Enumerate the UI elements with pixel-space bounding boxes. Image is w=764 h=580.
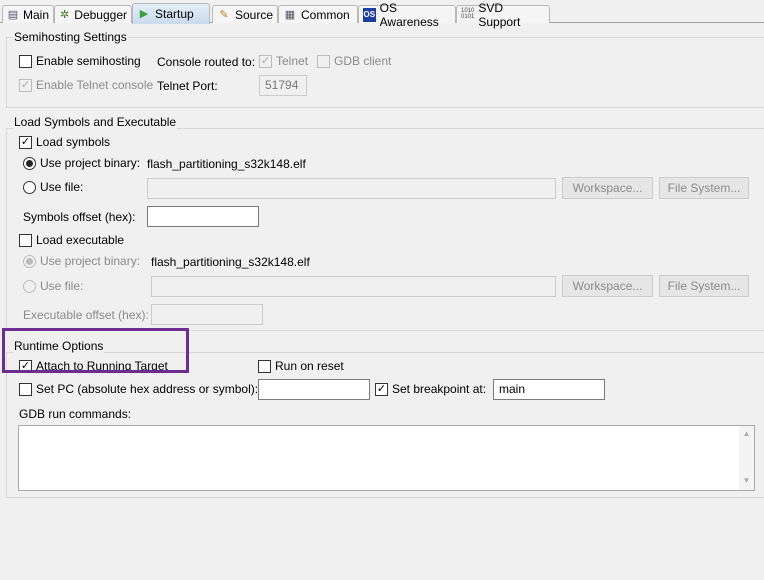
exec-file-system-button[interactable]: File System... <box>659 275 749 297</box>
tab-os-awareness[interactable]: OS OS Awareness <box>358 1 456 29</box>
load-executable-checkbox[interactable]: Load executable <box>19 233 124 247</box>
gdb-client-checkbox[interactable]: GDB client <box>317 54 391 68</box>
symbols-use-file-radio[interactable]: Use file: <box>23 180 83 194</box>
symbols-workspace-button[interactable]: Workspace... <box>562 177 653 199</box>
tab-main[interactable]: ▤ Main <box>2 5 54 23</box>
bug-icon: ✲ <box>60 8 70 21</box>
highlight-box <box>2 328 189 373</box>
source-icon: ✎ <box>219 8 229 21</box>
symbols-file-input[interactable] <box>147 178 556 199</box>
exec-binary-name: flash_partitioning_s32k148.elf <box>151 255 310 269</box>
exec-use-project-binary-radio[interactable]: Use project binary: <box>23 254 140 268</box>
exec-file-input[interactable] <box>151 276 556 297</box>
set-breakpoint-checkbox[interactable]: ✓ Set breakpoint at: <box>375 382 486 396</box>
set-pc-checkbox[interactable]: Set PC (absolute hex address or symbol): <box>19 382 258 396</box>
telnet-checkbox[interactable]: ✓ Telnet <box>259 54 308 68</box>
tab-source[interactable]: ✎ Source <box>212 5 278 23</box>
symbols-offset-label: Symbols offset (hex): <box>23 210 136 224</box>
load-title: Load Symbols and Executable <box>13 115 178 129</box>
console-routed-label: Console routed to: <box>157 55 256 69</box>
exec-offset-input[interactable] <box>151 304 263 325</box>
tab-common[interactable]: ▦ Common <box>278 5 358 23</box>
gdb-run-commands-label: GDB run commands: <box>19 407 132 421</box>
play-icon: ▶ <box>139 8 149 20</box>
exec-workspace-button[interactable]: Workspace... <box>562 275 653 297</box>
breakpoint-input[interactable]: main <box>493 379 605 400</box>
tab-startup[interactable]: ▶ Startup <box>132 3 210 24</box>
symbols-offset-input[interactable] <box>147 206 259 227</box>
telnet-port-label: Telnet Port: <box>157 79 218 93</box>
symbols-use-project-binary-radio[interactable]: Use project binary: <box>23 156 140 170</box>
gdb-run-commands-textarea[interactable]: ▲ ▼ <box>18 425 755 491</box>
semihosting-group <box>6 37 764 108</box>
binary-icon: 1010 0101 <box>461 7 475 20</box>
symbols-file-system-button[interactable]: File System... <box>659 177 749 199</box>
run-on-reset-checkbox[interactable]: Run on reset <box>258 359 344 373</box>
enable-semihosting-checkbox[interactable]: Enable semihosting <box>19 54 141 68</box>
tab-bar: ▤ Main ✲ Debugger ▶ Startup ✎ Source ▦ Common… <box>0 1 764 29</box>
tab-svd-support[interactable]: 1010 0101 SVD Support <box>456 1 550 29</box>
os-icon: OS <box>363 7 376 22</box>
table-icon: ▦ <box>284 8 296 21</box>
set-pc-input[interactable] <box>258 379 370 400</box>
document-icon: ▤ <box>7 8 19 21</box>
telnet-port-input[interactable]: 51794 <box>259 75 307 96</box>
load-symbols-checkbox[interactable]: ✓ Load symbols <box>19 135 110 149</box>
semihosting-title: Semihosting Settings <box>13 30 128 44</box>
exec-offset-label: Executable offset (hex): <box>23 308 149 322</box>
symbols-binary-name: flash_partitioning_s32k148.elf <box>147 157 306 171</box>
scrollbar[interactable]: ▲ ▼ <box>739 426 754 490</box>
exec-use-file-radio[interactable]: Use file: <box>23 279 83 293</box>
tab-debugger[interactable]: ✲ Debugger <box>54 5 132 23</box>
enable-telnet-console-checkbox[interactable]: ✓ Enable Telnet console <box>19 78 153 92</box>
